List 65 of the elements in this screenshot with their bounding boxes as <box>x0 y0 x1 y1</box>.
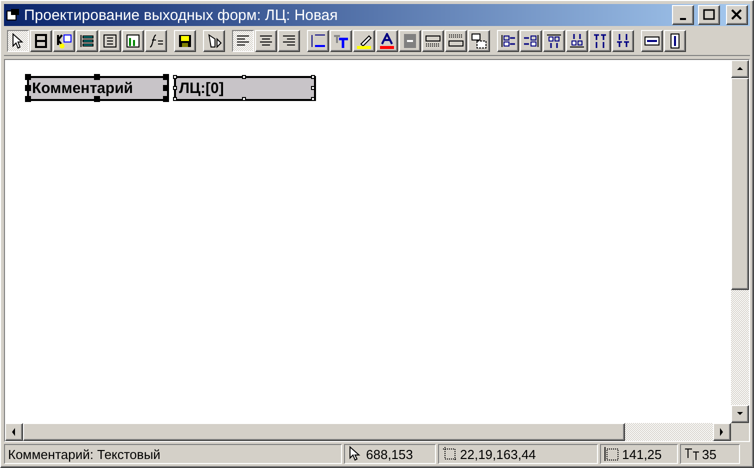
font-icon <box>333 33 349 49</box>
resize-handle[interactable] <box>173 75 177 79</box>
resize-handle[interactable] <box>173 86 177 90</box>
horizontal-scrollbar[interactable] <box>5 423 731 441</box>
resize-handle[interactable] <box>173 97 177 101</box>
font-icon <box>684 446 700 462</box>
status-text: Комментарий: Текстовый <box>8 446 160 462</box>
frame-dotted-top-icon <box>448 33 464 49</box>
save-icon <box>177 33 193 49</box>
resize-handle[interactable] <box>94 74 100 80</box>
resize-handle[interactable] <box>163 96 169 102</box>
close-icon <box>730 9 744 21</box>
run-icon <box>206 33 222 49</box>
resize-handle[interactable] <box>311 86 315 90</box>
text-field-element[interactable]: ЛЦ:[0] <box>174 76 316 101</box>
image-icon <box>125 33 141 49</box>
minimize-icon <box>679 18 687 20</box>
space-bottom-icon <box>615 33 631 49</box>
align-bottom-edges-icon <box>569 33 585 49</box>
dotted-frame-icon <box>604 446 620 462</box>
keyfield-icon <box>56 33 72 49</box>
table-icon <box>102 33 118 49</box>
vertical-scrollbar[interactable] <box>731 60 749 423</box>
close-button[interactable] <box>726 5 748 25</box>
minimize-button[interactable] <box>672 5 694 25</box>
maximize-icon <box>702 9 716 21</box>
status-text: 688,153 <box>366 446 413 462</box>
status-text: 22,19,163,44 <box>460 446 536 462</box>
formula-icon <box>148 33 164 49</box>
space-top-icon <box>592 33 608 49</box>
window-title: Проектирование выходных форм: ЛЦ: Новая <box>24 6 339 24</box>
scroll-down-button[interactable] <box>731 405 749 423</box>
align-right-edges-icon <box>523 33 539 49</box>
align-left-edges-icon <box>500 33 516 49</box>
align-top-edges-icon <box>546 33 562 49</box>
resize-handle[interactable] <box>242 97 246 101</box>
highlight-icon <box>356 33 372 49</box>
scroll-thumb[interactable] <box>731 78 749 290</box>
resize-handle[interactable] <box>311 97 315 101</box>
scroll-up-button[interactable] <box>731 60 749 78</box>
resize-handle[interactable] <box>25 96 31 102</box>
status-text: 35 <box>702 446 716 462</box>
app-icon <box>6 8 20 22</box>
resize-handle[interactable] <box>163 85 169 91</box>
text-color-icon <box>379 33 395 49</box>
group-icon <box>471 33 487 49</box>
resize-handle[interactable] <box>25 85 31 91</box>
frame-icon <box>33 33 49 49</box>
resize-handle[interactable] <box>311 75 315 79</box>
resize-handle[interactable] <box>94 96 100 102</box>
resize-handle[interactable] <box>242 75 246 79</box>
status-text: 141,25 <box>622 446 662 462</box>
toolbar-button[interactable] <box>7 30 29 52</box>
frame-dotted-bottom-icon <box>425 33 441 49</box>
scroll-left-button[interactable] <box>5 423 23 441</box>
text-field-element[interactable]: Комментарий <box>27 76 169 101</box>
maximize-button[interactable] <box>698 5 720 25</box>
border-icon <box>402 33 418 49</box>
scroll-thumb[interactable] <box>23 423 625 441</box>
list-icon <box>79 33 95 49</box>
scroll-right-button[interactable] <box>713 423 731 441</box>
resize-handle[interactable] <box>25 74 31 80</box>
toolbar-button[interactable] <box>232 30 254 52</box>
resize-handle[interactable] <box>163 74 169 80</box>
pointer-icon <box>10 33 26 49</box>
